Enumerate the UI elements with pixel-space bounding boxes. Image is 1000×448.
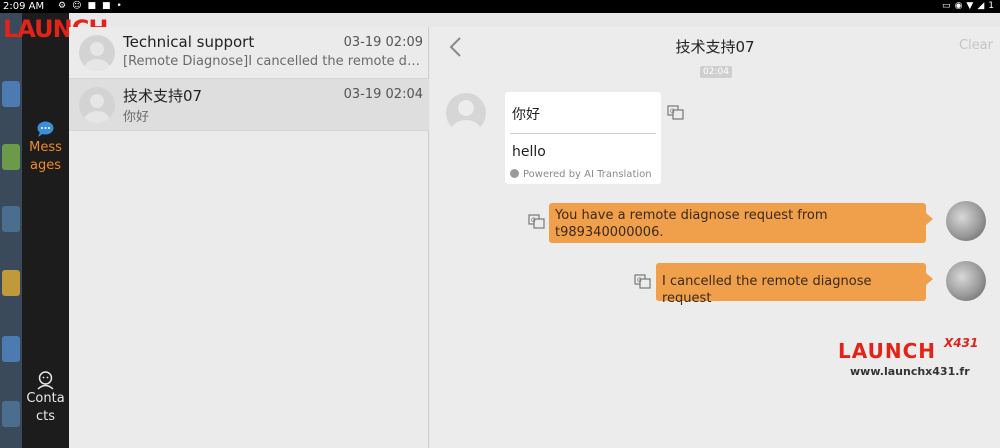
launcher-strip — [0, 13, 22, 448]
user-silhouette-icon — [84, 94, 110, 123]
outgoing-message-text: You have a remote diagnose request from … — [555, 208, 828, 240]
outgoing-message-text: I cancelled the remote diagnose request — [662, 274, 872, 306]
message-timestamp: 02:04 — [700, 66, 732, 78]
conversation-preview: [Remote Diagnose]I cancelled the remote … — [123, 54, 421, 69]
status-left-icons: ⚙☺■■• — [58, 0, 128, 13]
status-time: 2:09 AM — [3, 1, 45, 12]
divider — [510, 133, 656, 134]
app-icon[interactable] — [2, 401, 20, 427]
chat-bubble-icon — [37, 121, 54, 137]
conversation-item[interactable]: Technical support 03-19 02:09 [Remote Di… — [69, 27, 429, 79]
original-text: 你好 — [512, 107, 540, 123]
chat-panel: 技术支持07 Clear 02:04 你好 hello Powered by A… — [430, 27, 1000, 448]
conversation-name: 技术支持07 — [123, 87, 203, 105]
svg-text:G: G — [670, 108, 675, 115]
chat-title: 技术支持07 — [675, 38, 755, 56]
camcorder-icon: ■ — [101, 1, 117, 11]
user-silhouette-icon — [451, 100, 481, 133]
outgoing-message-bubble[interactable]: I cancelled the remote diagnose request — [656, 263, 933, 306]
ai-icon — [510, 169, 519, 178]
app-icon[interactable] — [2, 336, 20, 362]
app-icon[interactable] — [2, 81, 20, 107]
avatar — [79, 35, 115, 71]
nav-contacts[interactable]: Conta cts — [22, 370, 69, 426]
conversation-name: Technical support — [123, 33, 255, 51]
status-bar: 2:09 AM ⚙☺■■• ▭◉▼◢1 — [0, 0, 1000, 13]
translate-icon[interactable]: G — [634, 274, 651, 289]
signal-icon: ◢ — [977, 1, 989, 11]
powered-by-label: Powered by AI Translation — [510, 169, 652, 180]
app-icon[interactable] — [2, 270, 20, 296]
svg-text:G: G — [531, 217, 536, 224]
app-icon[interactable] — [2, 206, 20, 232]
gear-icon: ⚙ — [58, 1, 73, 11]
powered-by-text: Powered by AI Translation — [523, 169, 652, 180]
user-avatar[interactable] — [946, 201, 986, 241]
conversation-preview: 你好 — [123, 110, 150, 125]
clear-button[interactable]: Clear — [959, 38, 993, 53]
watermark-url: www.launchx431.fr — [850, 365, 970, 378]
incoming-message-bubble[interactable]: 你好 hello Powered by AI Translation — [505, 92, 661, 184]
nav-contacts-label: Conta cts — [26, 391, 65, 424]
translated-text: hello — [512, 144, 546, 160]
conversation-item[interactable]: 技术支持07 03-19 02:04 你好 — [69, 79, 429, 131]
svg-text:G: G — [637, 277, 642, 284]
avatar — [79, 87, 115, 123]
user-silhouette-icon — [84, 42, 110, 71]
conversation-date: 03-19 02:04 — [343, 87, 423, 102]
app-icon[interactable] — [2, 144, 20, 170]
dot-icon: • — [116, 1, 128, 11]
wifi-icon: ▼ — [966, 1, 978, 11]
video-icon: ■ — [87, 1, 102, 11]
cast-icon: ▭ — [942, 1, 955, 11]
translate-icon[interactable]: G — [528, 214, 545, 229]
face-icon: ☺ — [72, 1, 88, 11]
contact-icon — [37, 371, 54, 390]
conversation-date: 03-19 02:09 — [343, 35, 423, 50]
nav-messages[interactable]: Mess ages — [22, 119, 69, 175]
battery-level: 1 — [988, 1, 998, 11]
nav-rail: Mess ages Conta cts — [22, 13, 69, 448]
outgoing-message-bubble[interactable]: You have a remote diagnose request from … — [549, 203, 933, 243]
watermark-logo: LAUNCH — [838, 339, 937, 363]
location-icon: ◉ — [954, 1, 967, 11]
watermark-model: X431 — [944, 336, 979, 350]
nav-messages-label: Mess ages — [29, 140, 62, 173]
status-right-icons: ▭◉▼◢1 — [942, 0, 998, 13]
contact-avatar[interactable] — [446, 93, 486, 133]
user-avatar[interactable] — [946, 261, 986, 301]
conversation-list: Technical support 03-19 02:09 [Remote Di… — [69, 27, 429, 448]
chat-header: 技术支持07 Clear — [430, 27, 1000, 67]
translate-icon[interactable]: G — [667, 105, 684, 120]
